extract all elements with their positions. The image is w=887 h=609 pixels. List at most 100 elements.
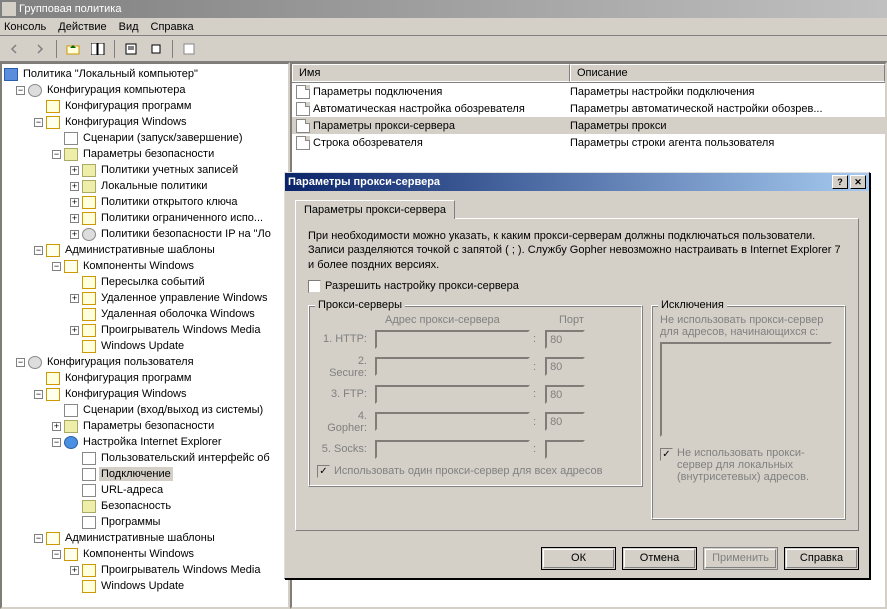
tree-ie-settings[interactable]: −Настройка Internet Explorer	[4, 434, 286, 450]
collapse-icon[interactable]: −	[34, 390, 43, 399]
secure-addr-input	[375, 357, 530, 376]
collapse-icon[interactable]: −	[16, 358, 25, 367]
expand-icon[interactable]: +	[70, 230, 79, 239]
cancel-button[interactable]: Отмена	[622, 547, 697, 570]
folder-icon	[64, 548, 78, 561]
ok-button[interactable]: ОК	[541, 547, 616, 570]
refresh-button[interactable]	[178, 38, 200, 60]
tree-win-components[interactable]: −Компоненты Windows	[4, 258, 286, 274]
tree-acct-policies[interactable]: +Политики учетных записей	[4, 162, 286, 178]
tree-wu2[interactable]: Windows Update	[4, 578, 286, 594]
tree-restricted[interactable]: +Политики ограниченного испо...	[4, 210, 286, 226]
gopher-addr-input	[375, 412, 530, 431]
folder-icon	[64, 260, 78, 273]
help-button[interactable]: ?	[832, 175, 848, 189]
use-same-checkbox: Использовать один прокси-сервер для всех…	[317, 465, 634, 478]
help-button[interactable]: Справка	[784, 547, 859, 570]
tree-ui[interactable]: Пользовательский интерфейс об	[4, 450, 286, 466]
list-row[interactable]: Автоматическая настройка обозревателяПар…	[292, 100, 885, 117]
export-button[interactable]	[145, 38, 167, 60]
gopher-port-input: 80	[545, 412, 585, 431]
tree-wmp2[interactable]: +Проигрыватель Windows Media	[4, 562, 286, 578]
tree-win-config2[interactable]: −Конфигурация Windows	[4, 386, 286, 402]
menu-help[interactable]: Справка	[151, 21, 194, 33]
expand-icon[interactable]: +	[52, 422, 61, 431]
expand-icon[interactable]: +	[70, 214, 79, 223]
tree-admin-templates2[interactable]: −Административные шаблоны	[4, 530, 286, 546]
http-addr-input	[375, 330, 530, 349]
up-button[interactable]	[62, 38, 84, 60]
expand-icon[interactable]: +	[70, 166, 79, 175]
expand-icon[interactable]: +	[70, 198, 79, 207]
folder-icon	[46, 244, 60, 257]
tree-wu[interactable]: Windows Update	[4, 338, 286, 354]
collapse-icon[interactable]: −	[52, 438, 61, 447]
tree-comp-config[interactable]: −Конфигурация компьютера	[4, 82, 286, 98]
tree-connection[interactable]: Подключение	[4, 466, 286, 482]
properties-button[interactable]	[120, 38, 142, 60]
menu-view[interactable]: Вид	[119, 21, 139, 33]
list-row[interactable]: Параметры подключенияПараметры настройки…	[292, 83, 885, 100]
collapse-icon[interactable]: −	[52, 550, 61, 559]
collapse-icon[interactable]: −	[52, 150, 61, 159]
dialog-titlebar[interactable]: Параметры прокси-сервера ? ✕	[285, 173, 869, 191]
list-row[interactable]: Строка обозревателяПараметры строки аген…	[292, 134, 885, 151]
app-icon	[2, 2, 16, 16]
tree-ipsec[interactable]: +Политики безопасности IP на "Ло	[4, 226, 286, 242]
tree-admin-templates[interactable]: −Административные шаблоны	[4, 242, 286, 258]
tree-wmp[interactable]: +Проигрыватель Windows Media	[4, 322, 286, 338]
doc-icon	[82, 452, 96, 465]
collapse-icon[interactable]: −	[34, 246, 43, 255]
tree-pane: Политика "Локальный компьютер" −Конфигур…	[0, 62, 290, 609]
expand-icon[interactable]: +	[70, 182, 79, 191]
tree-security[interactable]: Безопасность	[4, 498, 286, 514]
doc-icon	[296, 85, 310, 99]
menubar: Консоль Действие Вид Справка	[0, 18, 887, 36]
close-button[interactable]: ✕	[850, 175, 866, 189]
menu-console[interactable]: Консоль	[4, 21, 46, 33]
col-desc[interactable]: Описание	[570, 64, 885, 82]
tree-scenarios[interactable]: Сценарии (запуск/завершение)	[4, 130, 286, 146]
tree-pubkey[interactable]: +Политики открытого ключа	[4, 194, 286, 210]
tree-button[interactable]	[87, 38, 109, 60]
computer-icon	[28, 84, 42, 97]
tree-logon-scripts[interactable]: Сценарии (вход/выход из системы)	[4, 402, 286, 418]
expand-icon[interactable]: +	[70, 326, 79, 335]
socks-addr-input	[375, 440, 530, 459]
tree-event-fwd[interactable]: Пересылка событий	[4, 274, 286, 290]
tree-url[interactable]: URL-адреса	[4, 482, 286, 498]
main-titlebar: Групповая политика	[0, 0, 887, 18]
back-button[interactable]	[4, 38, 26, 60]
tree-sec-params[interactable]: −Параметры безопасности	[4, 146, 286, 162]
menu-action[interactable]: Действие	[58, 21, 106, 33]
tree-root[interactable]: Политика "Локальный компьютер"	[4, 66, 286, 82]
expand-icon[interactable]: +	[70, 566, 79, 575]
tree-user-config[interactable]: −Конфигурация пользователя	[4, 354, 286, 370]
tree-prog-config[interactable]: Конфигурация программ	[4, 98, 286, 114]
doc-icon	[296, 119, 310, 133]
forward-button[interactable]	[29, 38, 51, 60]
ftp-port-input: 80	[545, 385, 585, 404]
checkbox-icon[interactable]	[308, 280, 321, 293]
list-row[interactable]: Параметры прокси-сервераПараметры прокси	[292, 117, 885, 134]
programs-icon	[82, 516, 96, 529]
tree-sec-params2[interactable]: +Параметры безопасности	[4, 418, 286, 434]
tree-programs[interactable]: Программы	[4, 514, 286, 530]
tree-local-policies[interactable]: +Локальные политики	[4, 178, 286, 194]
collapse-icon[interactable]: −	[52, 262, 61, 271]
allow-proxy-checkbox[interactable]: Разрешить настройку прокси-сервера	[308, 280, 846, 293]
tree-win-components2[interactable]: −Компоненты Windows	[4, 546, 286, 562]
http-port-input: 80	[545, 330, 585, 349]
tab-proxy[interactable]: Параметры прокси-сервера	[295, 200, 455, 219]
collapse-icon[interactable]: −	[34, 534, 43, 543]
proxy-servers-group: Прокси-серверы Адрес прокси-сервераПорт …	[308, 305, 643, 487]
collapse-icon[interactable]: −	[34, 118, 43, 127]
col-name[interactable]: Имя	[292, 64, 570, 82]
collapse-icon[interactable]: −	[16, 86, 25, 95]
tree-remote-mgmt[interactable]: +Удаленное управление Windows	[4, 290, 286, 306]
tree-prog-config2[interactable]: Конфигурация программ	[4, 370, 286, 386]
tree-remote-shell[interactable]: Удаленная оболочка Windows	[4, 306, 286, 322]
tree-win-config[interactable]: −Конфигурация Windows	[4, 114, 286, 130]
expand-icon[interactable]: +	[70, 294, 79, 303]
secure-port-input: 80	[545, 357, 585, 376]
